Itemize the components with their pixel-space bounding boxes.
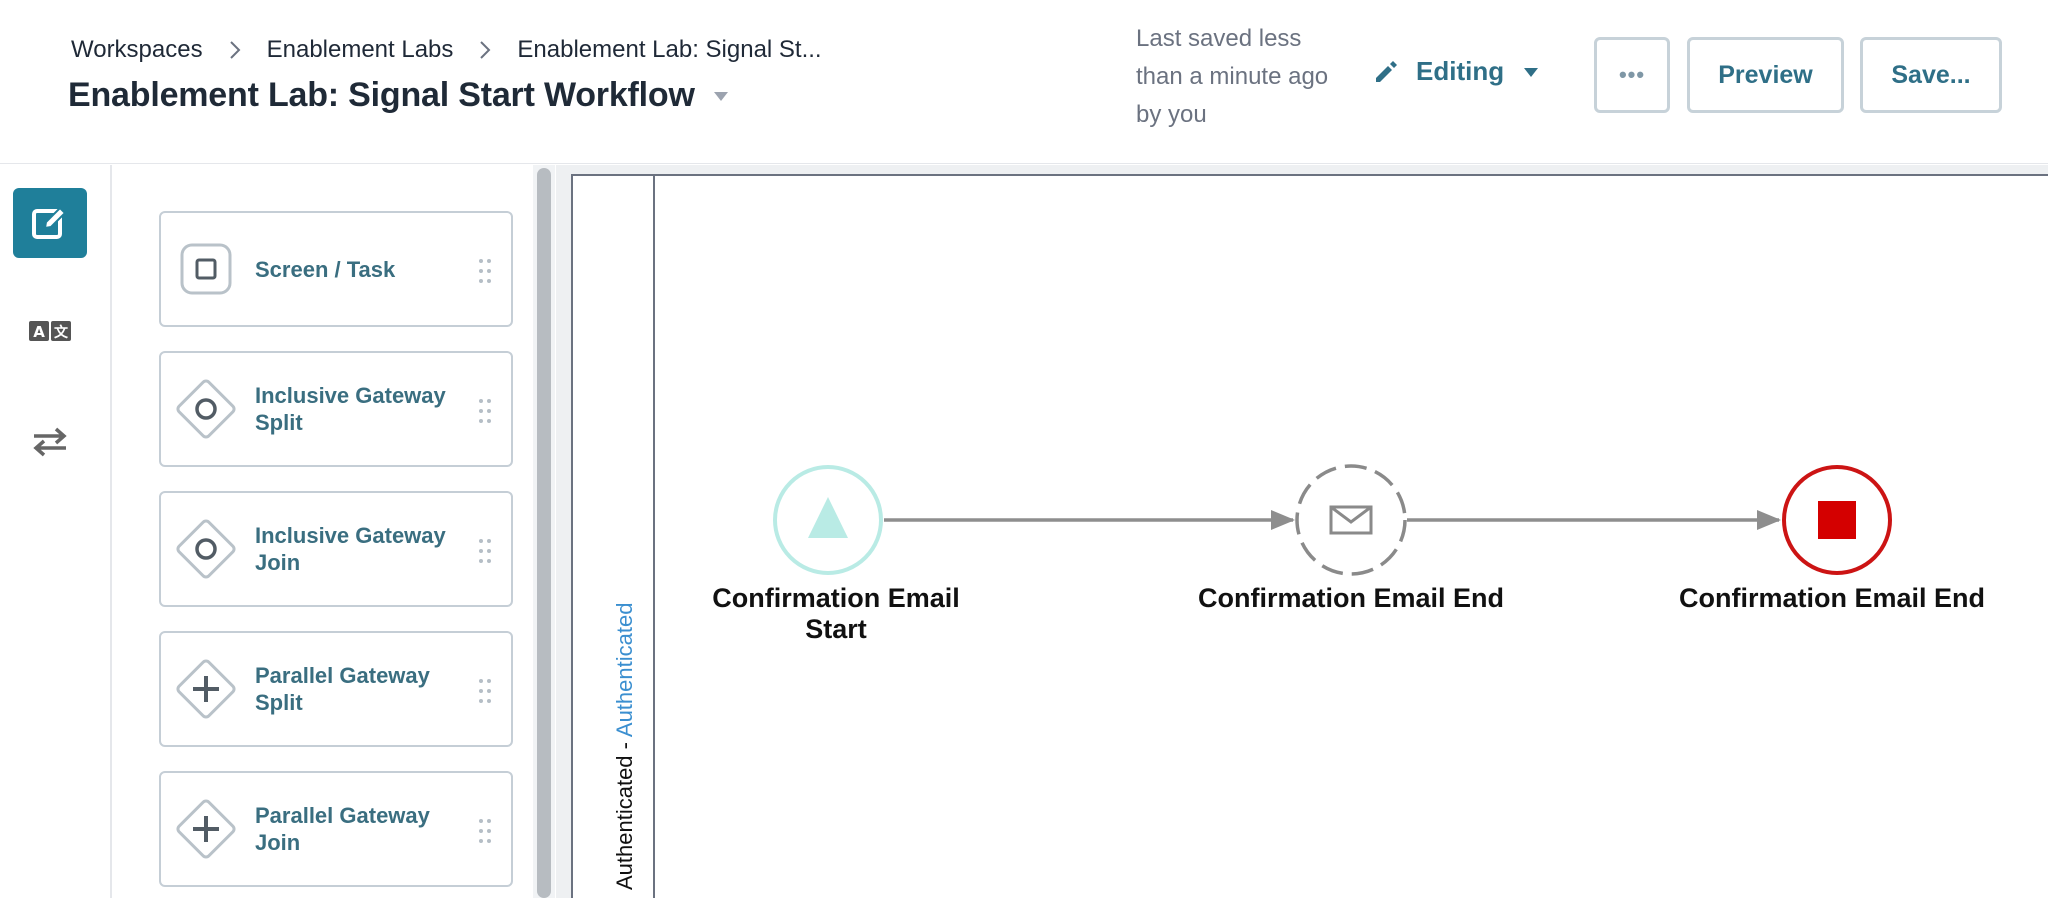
more-options-button[interactable]: ••• <box>1594 37 1670 113</box>
node-label-start: Confirmation Email Start <box>712 583 960 644</box>
task-square-icon <box>180 243 232 295</box>
save-button[interactable]: Save... <box>1860 37 2002 113</box>
breadcrumb-item-current: Enablement Lab: Signal St... <box>517 36 822 63</box>
more-dots-icon: ••• <box>1618 62 1646 87</box>
breadcrumb-item-workspaces[interactable]: Workspaces <box>71 36 203 64</box>
pencil-icon <box>1376 60 1397 82</box>
node-label-end: Confirmation Email End <box>1678 583 1986 613</box>
preview-button[interactable]: Preview <box>1687 37 1844 113</box>
swimlane-label-main: Authenticated - <box>612 737 637 890</box>
palette-item-parallel-gateway-join[interactable]: Parallel Gateway Join <box>159 771 513 887</box>
palette-scrollbar-thumb[interactable] <box>537 168 551 898</box>
drag-handle-icon[interactable] <box>477 537 493 565</box>
parallel-gateway-icon <box>176 659 236 719</box>
page-title: Enablement Lab: Signal Start Workflow <box>68 76 695 114</box>
drag-handle-icon[interactable] <box>477 817 493 845</box>
swimlane-label: Authenticated - Authenticated <box>612 603 638 890</box>
rail-item-translate[interactable]: A 文 <box>13 297 87 367</box>
palette-item-inclusive-gateway-split[interactable]: Inclusive Gateway Split <box>159 351 513 467</box>
drag-handle-icon[interactable] <box>477 677 493 705</box>
translate-icon: A 文 <box>29 321 71 341</box>
parallel-gateway-icon <box>176 799 236 859</box>
rail-item-edit[interactable] <box>13 188 87 258</box>
rail-item-swap[interactable] <box>13 407 87 477</box>
palette-item-screen-task[interactable]: Screen / Task <box>159 211 513 327</box>
caret-down-icon[interactable] <box>711 86 731 106</box>
caret-down-icon <box>1524 67 1539 77</box>
page-title-row[interactable]: Enablement Lab: Signal Start Workflow <box>68 76 731 115</box>
palette-item-label: Parallel Gateway Join <box>255 803 430 855</box>
inclusive-gateway-icon <box>176 519 236 579</box>
svg-text:A: A <box>33 323 45 341</box>
palette-item-inclusive-gateway-join[interactable]: Inclusive Gateway Join <box>159 491 513 607</box>
svg-text:文: 文 <box>54 324 69 341</box>
palette-item-label: Inclusive Gateway Split <box>255 383 446 435</box>
chevron-right-icon <box>480 41 491 59</box>
node-label-message: Confirmation Email End <box>1197 583 1505 613</box>
drag-handle-icon[interactable] <box>477 257 493 285</box>
breadcrumb-item-enablement-labs[interactable]: Enablement Labs <box>267 36 454 64</box>
swimlane[interactable] <box>571 174 2048 898</box>
breadcrumb: Workspaces Enablement Labs Enablement La… <box>71 36 822 64</box>
inclusive-gateway-icon <box>176 379 236 439</box>
app-header: Workspaces Enablement Labs Enablement La… <box>0 0 2048 164</box>
palette-item-parallel-gateway-split[interactable]: Parallel Gateway Split <box>159 631 513 747</box>
edit-icon <box>32 206 67 239</box>
editing-mode-label: Editing <box>1416 56 1505 86</box>
chevron-right-icon <box>229 41 241 59</box>
save-status: Last saved less than a minute ago by you <box>1136 25 1329 128</box>
editing-mode-dropdown[interactable]: Editing <box>1372 56 1540 87</box>
swap-arrows-icon <box>33 427 67 457</box>
element-palette: Screen / Task Inclusive Gateway Split In… <box>113 165 533 898</box>
left-rail: A 文 <box>0 165 112 898</box>
drag-handle-icon[interactable] <box>477 397 493 425</box>
swimlane-label-accent: Authenticated <box>612 602 637 738</box>
palette-item-label: Screen / Task <box>255 256 396 282</box>
palette-item-label: Inclusive Gateway Join <box>255 523 446 575</box>
palette-item-label: Parallel Gateway Split <box>255 663 430 715</box>
